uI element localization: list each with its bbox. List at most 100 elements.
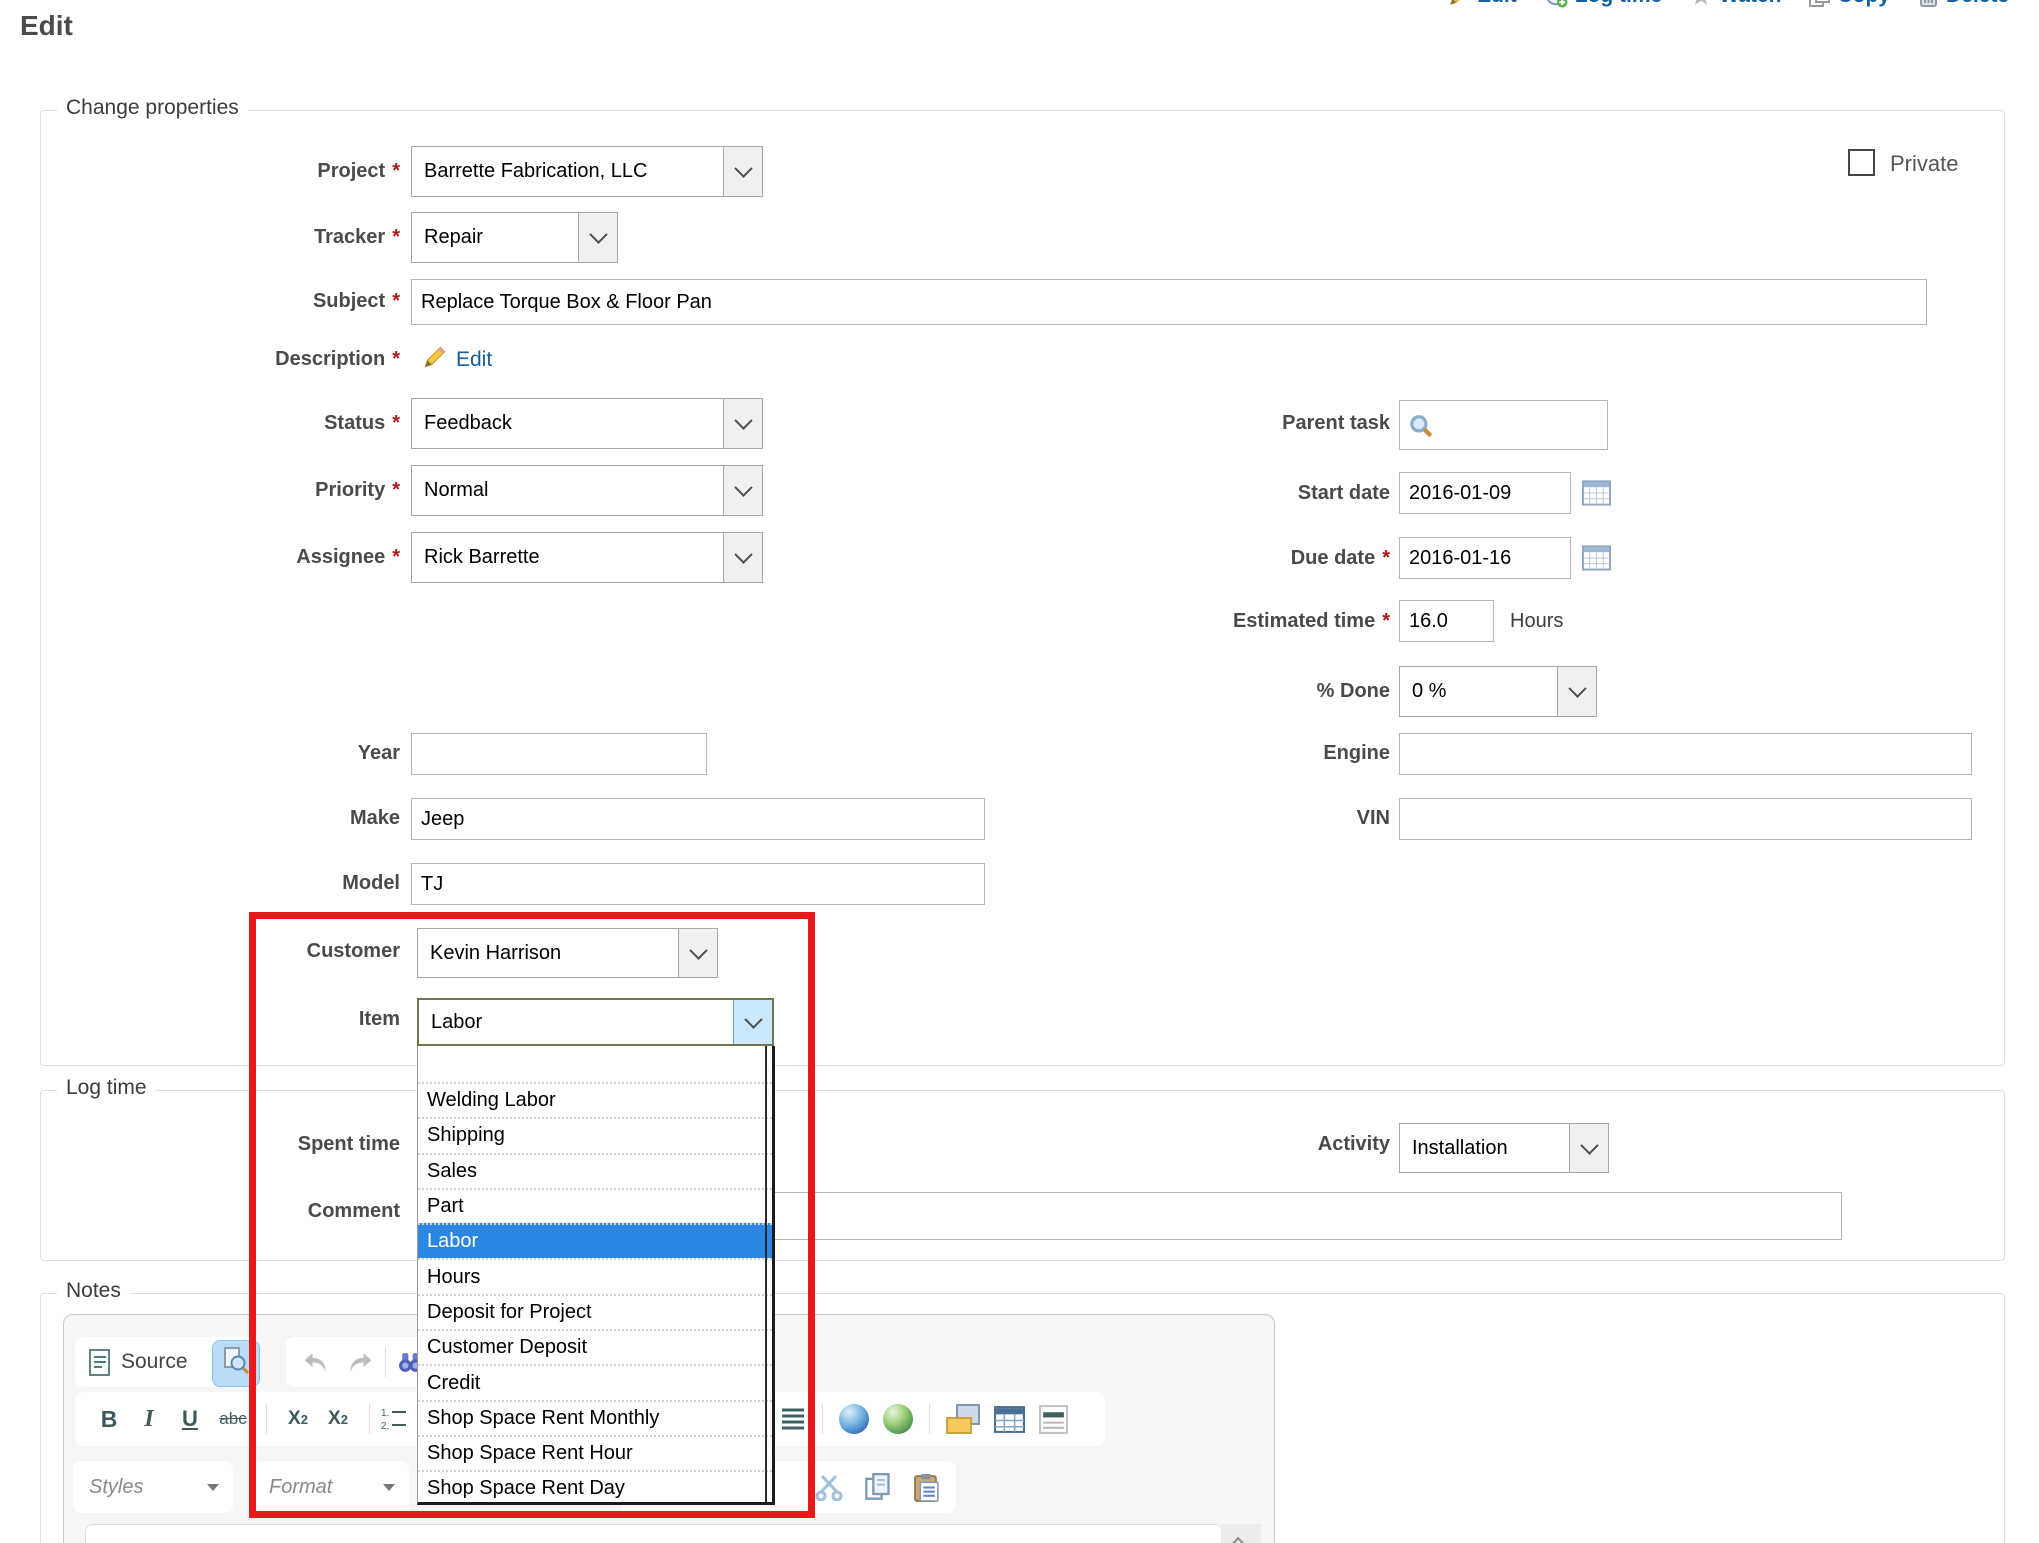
item-label: Item [60,1008,400,1031]
description-edit-label: Edit [456,348,492,372]
chevron-down-icon [744,1010,762,1028]
status-select-arrow[interactable] [723,399,762,448]
percent-done-select-arrow[interactable] [1557,667,1596,716]
change-properties-fieldset: Change properties [40,110,2005,1066]
redo-icon[interactable] [346,1351,374,1374]
model-input[interactable] [411,863,985,905]
assignee-select-arrow[interactable] [723,533,762,582]
undo-icon[interactable] [302,1351,330,1374]
table-icon[interactable] [994,1406,1025,1433]
make-input[interactable] [411,798,985,840]
item-option[interactable] [418,1046,772,1082]
issue-edit-page: Edit Log time Watch Copy Delete Edit Cha… [0,0,2039,1543]
item-option[interactable]: Shop Space Rent Hour [418,1435,772,1470]
priority-select-value: Normal [412,466,723,515]
year-input[interactable] [411,733,707,775]
strikethrough-icon[interactable]: abc [211,1409,255,1429]
chevron-down-icon [1580,1136,1598,1154]
status-label: Status* [60,412,400,435]
clock-add-icon [1545,0,1568,8]
project-select-arrow[interactable] [723,147,762,196]
project-select-value: Barrette Fabrication, LLC [412,147,723,196]
engine-label: Engine [950,742,1390,765]
preview-button[interactable] [212,1340,260,1387]
italic-icon[interactable]: I [129,1406,169,1433]
subject-input[interactable] [411,279,1927,325]
assignee-select[interactable]: Rick Barrette [411,532,763,583]
status-select-value: Feedback [412,399,723,448]
spent-time-label: Spent time [60,1133,400,1156]
customer-select-arrow[interactable] [678,929,717,977]
log-time-link[interactable]: Log time [1545,0,1663,8]
superscript-icon[interactable]: X2 [318,1408,358,1430]
priority-select[interactable]: Normal [411,465,763,516]
copy-icon[interactable] [865,1473,891,1501]
copy-link[interactable]: Copy [1809,0,1890,8]
format-dropdown[interactable]: Format [253,1461,409,1513]
customer-label: Customer [60,940,400,963]
bold-icon[interactable]: B [89,1406,129,1433]
estimated-time-input[interactable] [1399,600,1494,642]
tracker-select[interactable]: Repair [411,212,618,263]
item-select-arrow[interactable] [733,1000,772,1044]
dropdown-scrollbar[interactable] [765,1046,767,1502]
activity-select[interactable]: Installation [1399,1123,1609,1173]
status-select[interactable]: Feedback [411,398,763,449]
vin-input[interactable] [1399,798,1972,840]
item-option[interactable]: Shop Space Rent Monthly [418,1400,772,1435]
unlink-icon[interactable] [883,1404,913,1434]
log-time-legend: Log time [57,1076,156,1100]
activity-select-arrow[interactable] [1569,1124,1608,1172]
priority-select-arrow[interactable] [723,466,762,515]
item-option[interactable]: Credit [418,1364,772,1399]
comment-input[interactable] [640,1192,1842,1240]
numbered-list-icon[interactable]: 1.2. [381,1407,407,1431]
svg-text:2.: 2. [381,1421,389,1431]
horizontal-rule-icon[interactable] [1039,1405,1068,1434]
link-icon[interactable] [839,1404,869,1434]
item-option[interactable]: Customer Deposit [418,1329,772,1364]
start-date-input[interactable] [1399,472,1571,514]
tracker-select-arrow[interactable] [578,213,617,262]
item-option[interactable]: Shop Space Rent Day [418,1470,772,1505]
log-time-link-label: Log time [1575,0,1663,8]
editor-toolbar-row2-right [780,1404,1068,1434]
notes-editor-content[interactable] [85,1524,1223,1543]
image-icon[interactable] [946,1404,980,1434]
cut-icon[interactable] [815,1473,843,1501]
calendar-icon[interactable] [1582,478,1611,511]
assignee-label: Assignee* [60,546,400,569]
engine-input[interactable] [1399,733,1972,775]
description-edit-link[interactable]: Edit [422,344,492,376]
item-option[interactable]: Deposit for Project [418,1294,772,1329]
edit-link[interactable]: Edit [1448,0,1517,8]
project-select[interactable]: Barrette Fabrication, LLC [411,146,763,197]
edit-link-label: Edit [1477,0,1517,8]
calendar-icon[interactable] [1582,543,1611,576]
watch-link[interactable]: Watch [1690,0,1781,8]
item-option[interactable]: Labor [418,1223,772,1258]
customer-select[interactable]: Kevin Harrison [417,928,718,978]
item-option[interactable]: Welding Labor [418,1082,772,1117]
item-option[interactable]: Hours [418,1258,772,1293]
chevron-down-icon [734,545,752,563]
item-option[interactable]: Shipping [418,1117,772,1152]
item-option[interactable]: Part [418,1188,772,1223]
paste-icon[interactable] [913,1473,940,1502]
subscript-icon[interactable]: X2 [278,1408,318,1430]
justify-icon[interactable] [780,1407,806,1431]
item-option[interactable]: Sales [418,1153,772,1188]
percent-done-select[interactable]: 0 % [1399,666,1597,717]
tracker-select-value: Repair [412,213,578,262]
item-select[interactable]: Labor [417,998,774,1046]
toolbar-separator [266,1404,267,1434]
styles-dropdown[interactable]: Styles [73,1461,233,1513]
item-dropdown-list[interactable]: Welding LaborShippingSalesPartLaborHours… [417,1046,775,1505]
editor-scroll-up-button[interactable] [1221,1524,1261,1543]
due-date-input[interactable] [1399,537,1571,579]
private-checkbox[interactable] [1848,149,1875,176]
project-label: Project* [60,160,400,183]
delete-link[interactable]: Delete [1918,0,2009,8]
context-toolbar: Edit Log time Watch Copy Delete [1448,0,2009,8]
underline-icon[interactable]: U [169,1406,211,1432]
